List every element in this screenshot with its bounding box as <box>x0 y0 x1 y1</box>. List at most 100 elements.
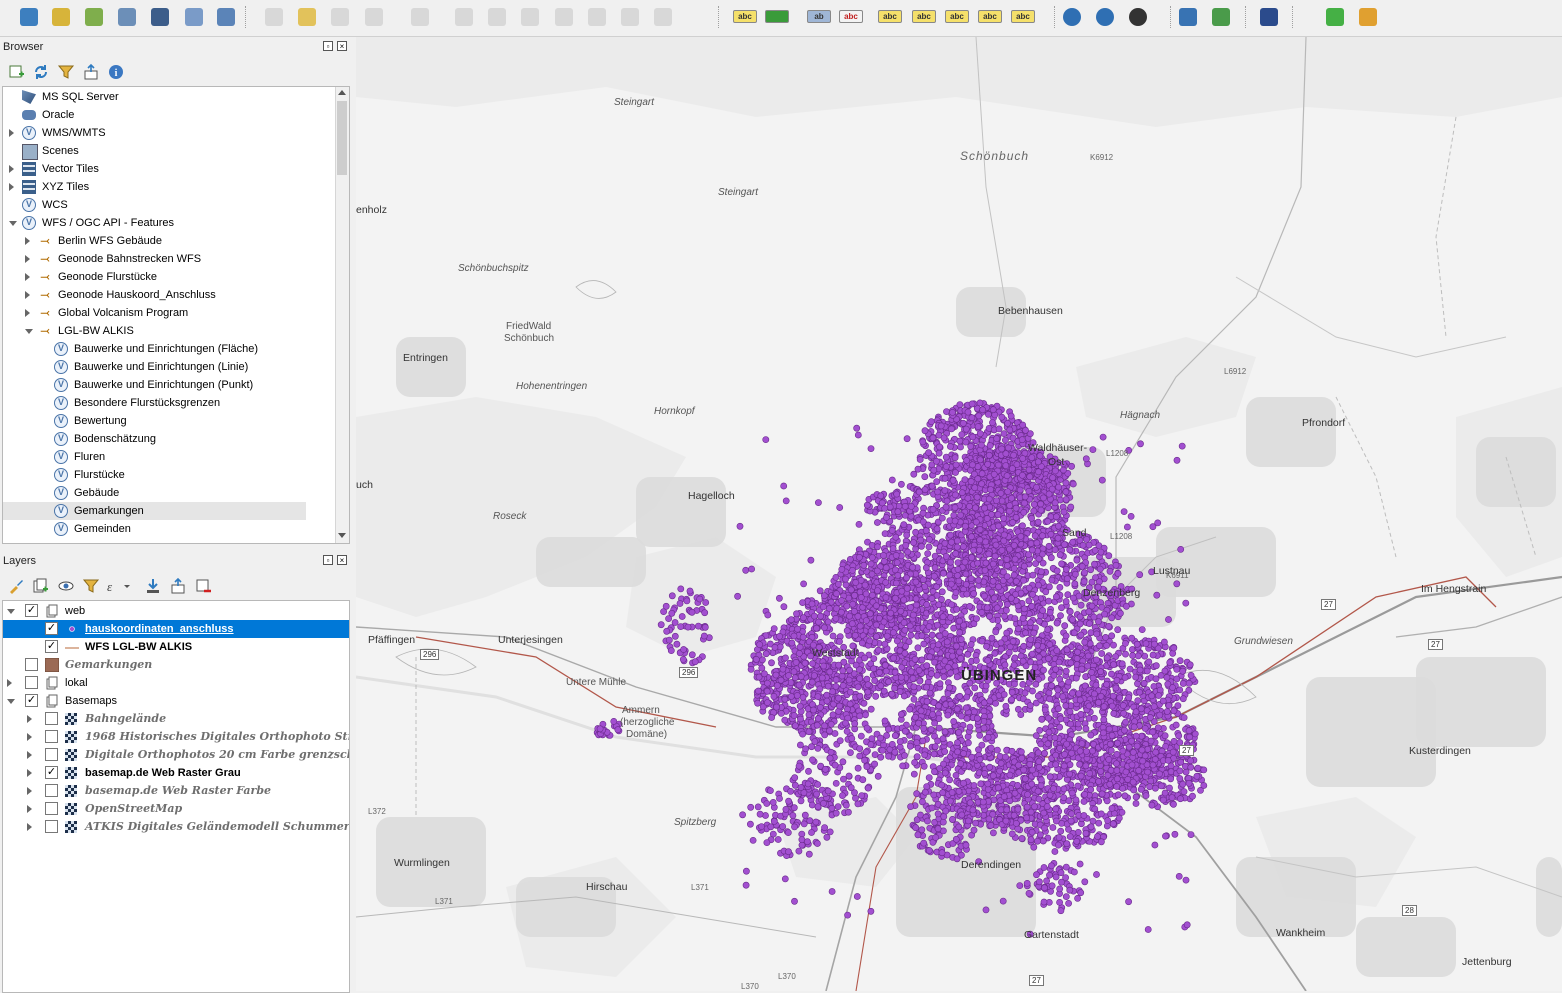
layer-visibility-checkbox[interactable] <box>45 712 58 725</box>
python-console-icon[interactable] <box>1176 5 1200 29</box>
expand-arrow-icon[interactable] <box>9 183 14 191</box>
help-icon[interactable] <box>1257 5 1281 29</box>
layer-visibility-checkbox[interactable]: ✓ <box>45 766 58 779</box>
layer-item[interactable]: Digitale Orthophotos 20 cm Farbe grenzsc… <box>3 746 349 764</box>
browser-item[interactable]: MS SQL Server <box>3 88 306 106</box>
browser-item[interactable]: V Bauwerke und Einrichtungen (Punkt) <box>3 376 306 394</box>
browser-item[interactable]: V Gemeinden <box>3 520 306 538</box>
metasearch-icon[interactable] <box>1060 5 1084 29</box>
browser-item[interactable]: V Bodenschätzung <box>3 430 306 448</box>
scroll-thumb[interactable] <box>337 101 347 175</box>
browser-item[interactable]: ⤙ LGL-BW ALKIS <box>3 322 306 340</box>
delete-selected-icon[interactable] <box>485 5 509 29</box>
add-raster-layer-icon[interactable] <box>182 5 206 29</box>
move-label-icon[interactable]: abc <box>944 5 969 29</box>
highlight-pinned-labels-icon[interactable]: abc <box>838 5 863 29</box>
browser-tree[interactable]: MS SQL Server Oracle V WMS/WMTS Scenes Vector… <box>2 86 350 544</box>
browser-scrollbar[interactable] <box>335 87 349 543</box>
layer-visibility-checkbox[interactable]: ✓ <box>45 640 58 653</box>
layer-item[interactable]: Gemarkungen <box>3 656 349 674</box>
add-group-icon[interactable] <box>31 577 49 595</box>
close-panel-icon[interactable]: × <box>337 555 347 565</box>
float-panel-icon[interactable]: ▫ <box>323 555 333 565</box>
new-temporary-scratch-layer-icon[interactable] <box>115 5 139 29</box>
expand-arrow-icon[interactable] <box>27 787 32 795</box>
layer-visibility-checkbox[interactable]: ✓ <box>25 694 38 707</box>
expand-all-icon[interactable] <box>144 577 162 595</box>
expand-arrow-icon[interactable] <box>27 823 32 831</box>
browser-item[interactable]: V Bauwerke und Einrichtungen (Fläche) <box>3 340 306 358</box>
browser-item[interactable]: V WMS/WMTS <box>3 124 306 142</box>
collapse-all-icon[interactable] <box>169 577 187 595</box>
filter-browser-icon[interactable] <box>57 63 75 81</box>
refresh-icon[interactable] <box>32 63 50 81</box>
collapse-arrow-icon[interactable] <box>7 699 15 704</box>
expand-arrow-icon[interactable] <box>25 309 30 317</box>
change-label-icon[interactable]: abc <box>1010 5 1035 29</box>
expand-arrow-icon[interactable] <box>9 165 14 173</box>
layer-visibility-checkbox[interactable] <box>25 676 38 689</box>
layer-item[interactable]: ✓ basemap.de Web Raster Grau <box>3 764 349 782</box>
redo-icon[interactable] <box>651 5 675 29</box>
open-layer-styling-icon[interactable] <box>7 577 25 595</box>
layer-item[interactable]: OpenStreetMap <box>3 800 349 818</box>
browser-item[interactable]: ⤙ Berlin WFS Gebäude <box>3 232 306 250</box>
browser-item[interactable]: ⤙ Geonode Hauskoord_Anschluss <box>3 286 306 304</box>
browser-item[interactable]: Vector Tiles <box>3 160 306 178</box>
rotate-label-icon[interactable]: abc <box>977 5 1002 29</box>
open-data-source-manager-icon[interactable] <box>17 5 41 29</box>
layer-visibility-checkbox[interactable] <box>45 748 58 761</box>
pin-labels-icon[interactable]: ab <box>806 5 831 29</box>
layer-visibility-checkbox[interactable] <box>45 820 58 833</box>
expand-arrow-icon[interactable] <box>25 291 30 299</box>
browser-item[interactable]: V WCS <box>3 196 306 214</box>
layer-visibility-checkbox[interactable] <box>45 730 58 743</box>
collapse-arrow-icon[interactable] <box>25 329 33 334</box>
save-layer-edits-icon[interactable] <box>328 5 352 29</box>
layer-item[interactable]: ✓ WFS LGL-BW ALKIS <box>3 638 349 656</box>
browser-item[interactable]: ⤙ Geonode Flurstücke <box>3 268 306 286</box>
layer-diagram-options-icon[interactable] <box>764 5 789 29</box>
expand-arrow-icon[interactable] <box>7 679 12 687</box>
scroll-down-icon[interactable] <box>338 533 346 538</box>
map-canvas[interactable]: Steingart Schönbuch Steingart enholz Schönbu… <box>356 37 1562 991</box>
properties-info-icon[interactable]: i <box>107 63 125 81</box>
layer-item[interactable]: basemap.de Web Raster Farbe <box>3 782 349 800</box>
layer-item[interactable]: ✓ web <box>3 602 349 620</box>
measure-icon[interactable] <box>1356 5 1380 29</box>
layer-visibility-checkbox[interactable]: ✓ <box>45 622 58 635</box>
layer-item[interactable]: 1968 Historisches Digitales Orthophoto S… <box>3 728 349 746</box>
undo-icon[interactable] <box>618 5 642 29</box>
add-wfs-layer-icon[interactable] <box>214 5 238 29</box>
browser-item[interactable]: ⤙ Global Volcanism Program <box>3 304 306 322</box>
manage-map-themes-icon[interactable] <box>57 577 75 595</box>
expand-arrow-icon[interactable] <box>27 733 32 741</box>
browser-item[interactable]: XYZ Tiles <box>3 178 306 196</box>
expand-arrow-icon[interactable] <box>25 273 30 281</box>
expand-arrow-icon[interactable] <box>25 255 30 263</box>
digitize-line-icon[interactable] <box>362 5 386 29</box>
layer-item[interactable]: lokal <box>3 674 349 692</box>
browser-item[interactable]: V Besondere Flurstücksgrenzen <box>3 394 306 412</box>
layer-item[interactable]: ATKIS Digitales Geländemodell Schummerun… <box>3 818 349 836</box>
layer-item[interactable]: ✓ Basemaps <box>3 692 349 710</box>
quickmapservices-icon[interactable] <box>1126 5 1150 29</box>
browser-item[interactable]: V Bewertung <box>3 412 306 430</box>
new-geopackage-layer-icon[interactable] <box>49 5 73 29</box>
layer-visibility-checkbox[interactable]: ✓ <box>25 604 38 617</box>
vertex-tool-icon[interactable] <box>408 5 432 29</box>
new-shapefile-layer-icon[interactable] <box>82 5 106 29</box>
show-hide-labels-icon[interactable]: abc <box>911 5 936 29</box>
plugin-layers-icon[interactable] <box>1209 5 1233 29</box>
browser-item[interactable]: ⤙ Geonode Bahnstrecken WFS <box>3 250 306 268</box>
new-virtual-layer-icon[interactable] <box>148 5 172 29</box>
layer-visibility-checkbox[interactable] <box>45 784 58 797</box>
copy-features-icon[interactable] <box>552 5 576 29</box>
expand-arrow-icon[interactable] <box>27 715 32 723</box>
browser-item[interactable]: V WFS / OGC API - Features <box>3 214 306 232</box>
scroll-up-icon[interactable] <box>338 90 346 95</box>
browser-item[interactable]: V Gebäude <box>3 484 306 502</box>
layer-visibility-checkbox[interactable] <box>25 658 38 671</box>
expand-arrow-icon[interactable] <box>9 129 14 137</box>
zoom-tool-icon[interactable] <box>1323 5 1347 29</box>
